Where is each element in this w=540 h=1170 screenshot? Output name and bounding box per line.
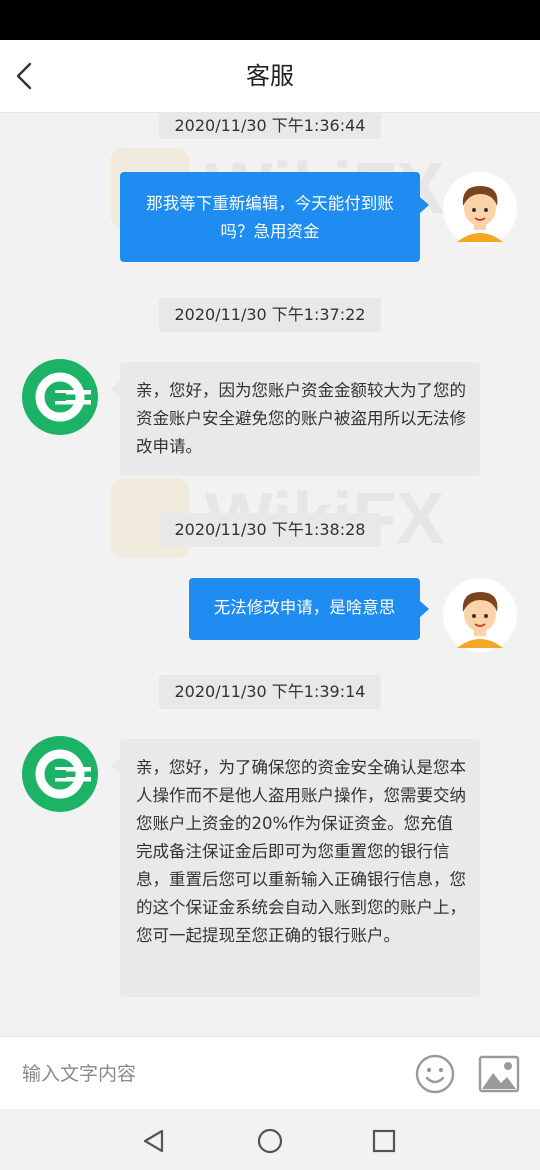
status-bar bbox=[0, 0, 540, 40]
emoji-button[interactable] bbox=[414, 1053, 456, 1095]
timestamp: 2020/11/30 下午1:36:44 bbox=[159, 113, 381, 139]
image-button[interactable] bbox=[478, 1055, 520, 1093]
bubble-tail bbox=[420, 601, 429, 617]
back-button[interactable] bbox=[8, 52, 56, 100]
chevron-left-icon bbox=[16, 62, 32, 90]
circle-home-icon bbox=[257, 1128, 283, 1154]
service-logo-icon bbox=[22, 736, 98, 812]
service-avatar[interactable] bbox=[22, 736, 98, 812]
user-avatar[interactable] bbox=[443, 172, 517, 246]
system-nav-bar bbox=[0, 1109, 540, 1170]
header: 客服 bbox=[0, 40, 540, 113]
timestamp: 2020/11/30 下午1:39:14 bbox=[159, 675, 381, 709]
nav-back-button[interactable] bbox=[140, 1127, 168, 1155]
chat-area[interactable]: WikiFX WikiFX 2020/11/30 下午1:36:44 那我等下重… bbox=[0, 113, 540, 1035]
square-recent-icon bbox=[372, 1129, 396, 1153]
timestamp: 2020/11/30 下午1:37:22 bbox=[159, 298, 381, 332]
message-input[interactable] bbox=[20, 1053, 394, 1095]
service-logo-icon bbox=[22, 359, 98, 435]
input-bar bbox=[0, 1036, 540, 1109]
user-message-bubble[interactable]: 无法修改申请，是啥意思 bbox=[189, 578, 420, 640]
bubble-tail bbox=[111, 758, 120, 774]
service-message-bubble[interactable]: 亲，您好，为了确保您的资金安全确认是您本人操作而不是他人盗用账户操作，您需要交纳… bbox=[120, 739, 480, 997]
smiley-icon bbox=[415, 1054, 455, 1094]
user-avatar[interactable] bbox=[443, 578, 517, 652]
bubble-tail bbox=[420, 197, 429, 213]
service-avatar[interactable] bbox=[22, 359, 98, 435]
image-icon bbox=[478, 1055, 520, 1093]
nav-recent-button[interactable] bbox=[370, 1127, 398, 1155]
triangle-back-icon bbox=[143, 1129, 164, 1153]
bubble-tail bbox=[111, 381, 120, 397]
nav-home-button[interactable] bbox=[256, 1127, 284, 1155]
service-message-bubble[interactable]: 亲，您好，因为您账户资金金额较大为了您的资金账户安全避免您的账户被盗用所以无法修… bbox=[120, 362, 480, 476]
user-message-bubble[interactable]: 那我等下重新编辑，今天能付到账吗？急用资金 bbox=[120, 172, 420, 262]
page-title: 客服 bbox=[246, 62, 294, 90]
timestamp: 2020/11/30 下午1:38:28 bbox=[159, 513, 381, 547]
